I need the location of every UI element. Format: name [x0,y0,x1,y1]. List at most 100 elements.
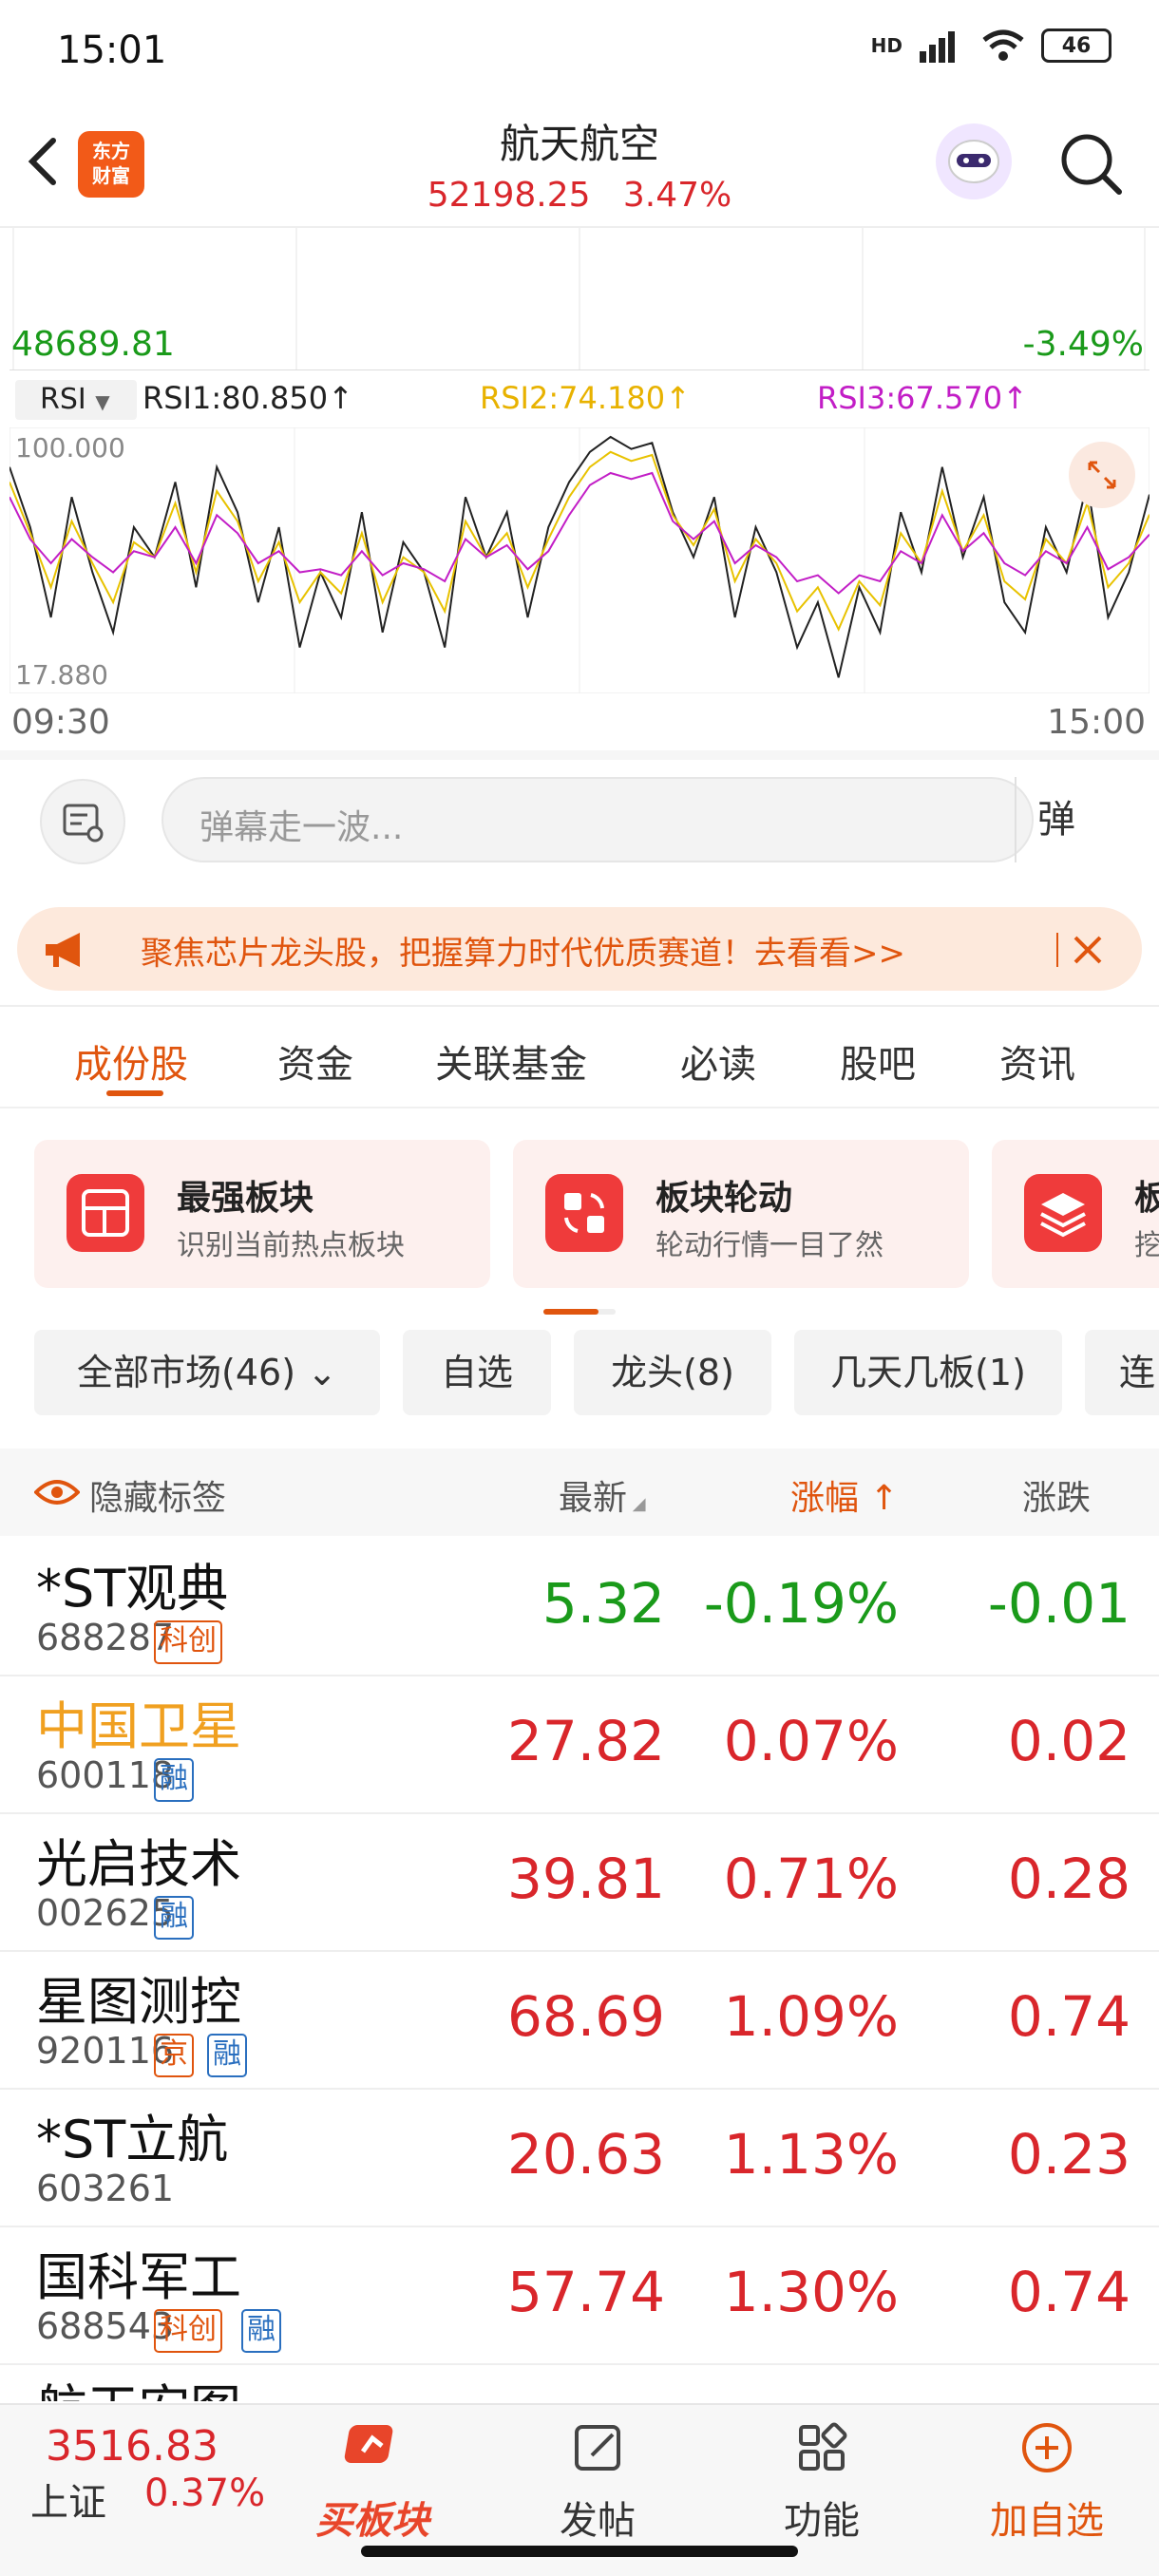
status-icons: HD 46 [871,28,1112,63]
table-row[interactable]: *ST立航 603261 20.63 1.13% 0.23 [0,2090,1159,2227]
stock-name-partial: 航天宏图 [36,2367,241,2401]
chevron-down-icon: ▼ [95,390,110,413]
hide-tags-toggle[interactable]: 隐藏标签 [89,1470,226,1520]
divider [0,750,1159,760]
stock-price: 27.82 [506,1709,665,1773]
stock-pct: 1.09% [723,1984,899,2049]
stock-name: 星图测控 [36,1972,241,2032]
stock-name: 光启技术 [36,1834,241,1894]
expand-chart-icon[interactable] [1069,442,1135,508]
card-partial[interactable]: 板 挖 [992,1140,1159,1288]
col-latest[interactable]: 最新 ◢ [559,1470,646,1520]
stock-name: *ST观典 [36,1559,229,1619]
cards-scroll-thumb [543,1309,598,1315]
stock-chg: 0.74 [1007,2260,1130,2324]
stock-name: *ST立航 [36,2110,229,2169]
stock-tag: 融 [154,1896,194,1940]
table-row[interactable]: 星图测控 920116 京融 68.69 1.09% 0.74 [0,1952,1159,2090]
stock-price: 5.32 [542,1571,665,1636]
rsi1-label: RSI1:80.850↑ [142,380,353,416]
megaphone-icon [46,933,80,967]
battery-icon: 46 [1041,28,1112,63]
stock-pct: 1.30% [723,2260,899,2324]
nav-buy-sector[interactable]: 买板块 [296,2417,448,2545]
upper-chart-min-pct: -3.49% [1022,325,1144,364]
divider [0,1005,1159,1007]
search-icon[interactable] [1056,129,1125,198]
stock-tag: 京 [154,2034,194,2077]
nav-post[interactable]: 发帖 [522,2417,674,2545]
filter-all-markets[interactable]: 全部市场(46) ⌄ [34,1330,380,1415]
add-circle-icon [1022,2423,1072,2472]
stock-pct: 0.07% [723,1709,899,1773]
stock-price: 20.63 [506,2122,665,2187]
rsi-y-max: 100.000 [15,432,125,464]
tab-must-read[interactable]: 必读 [680,1033,756,1089]
sector-change-pct: 3.47% [622,176,732,215]
filter-watchlist[interactable]: 自选 [403,1330,551,1415]
active-tab-indicator [106,1090,163,1096]
nav-functions[interactable]: 功能 [746,2417,898,2545]
stock-pct: 1.13% [723,2122,899,2187]
time-axis-end: 15:00 [1047,703,1146,742]
tab-constituents[interactable]: 成份股 [74,1033,188,1089]
network-label: HD [870,34,902,57]
table-row[interactable]: *ST观典 688287 科创 5.32 -0.19% -0.01 [0,1539,1159,1676]
stock-chg: -0.01 [987,1571,1130,1636]
upper-chart-min-value: 48689.81 [11,325,175,364]
stock-price: 68.69 [506,1984,665,2049]
stock-tag: 融 [241,2309,281,2353]
status-time: 15:01 [57,28,167,72]
indicator-selector[interactable]: RSI ▼ [15,380,137,420]
tab-forum[interactable]: 股吧 [840,1033,916,1089]
stock-price: 57.74 [506,2260,665,2324]
stock-pct: 0.71% [723,1847,899,1911]
stock-tag: 科创 [154,2309,222,2353]
banner-text: 聚焦芯片龙头股，把握算力时代优质赛道！去看看>> [141,935,905,973]
edit-icon [575,2425,620,2471]
tab-news[interactable]: 资讯 [999,1033,1075,1089]
filter-leaders[interactable]: 龙头(8) [574,1330,771,1415]
home-indicator [361,2546,798,2557]
index-value[interactable]: 3516.83 [46,2422,218,2471]
index-change-pct[interactable]: 0.37% [144,2472,265,2515]
upper-chart-grid [10,228,1150,370]
table-row[interactable]: 中国卫星 600118 融 27.82 0.07% 0.02 [0,1676,1159,1814]
filter-more[interactable]: 连 [1085,1330,1159,1415]
col-change-pct[interactable]: 涨幅 ↑ [790,1470,899,1520]
robot-assistant-icon[interactable] [936,123,1012,199]
table-row[interactable]: 光启技术 002625 融 39.81 0.71% 0.28 [0,1814,1159,1952]
stock-chg: 0.23 [1007,2122,1130,2187]
sector-board-icon [66,1174,144,1252]
rsi2-label: RSI2:74.180↑ [480,380,691,416]
grid-apps-icon [799,2422,847,2471]
eye-icon[interactable] [34,1477,80,1507]
sort-up-arrow-icon: ↑ [859,1479,899,1518]
divider [0,1107,1159,1108]
card-sector-rotation[interactable]: 板块轮动 轮动行情一目了然 [513,1140,969,1288]
rsi-chart[interactable] [10,427,1150,693]
nav-add-watchlist[interactable]: 加自选 [971,2417,1123,2545]
close-icon[interactable] [1064,926,1112,974]
stock-chg: 0.02 [1007,1709,1130,1773]
time-axis-start: 09:30 [11,703,110,742]
filter-consecutive-limit[interactable]: 几天几板(1) [794,1330,1062,1415]
index-name[interactable]: 上证 [30,2472,106,2527]
danmaku-settings-icon[interactable] [40,779,125,864]
tab-funds[interactable]: 资金 [277,1033,353,1089]
col-change[interactable]: 涨跌 [1022,1470,1091,1520]
signal-icon [920,31,955,63]
card-strongest-sector[interactable]: 最强板块 识别当前热点板块 [34,1140,490,1288]
table-row[interactable]: 国科军工 688543 科创融 57.74 1.30% 0.74 [0,2227,1159,2365]
stock-code: 603261 [36,2168,175,2209]
banner-divider [1056,933,1058,967]
rsi3-label: RSI3:67.570↑ [817,380,1028,416]
stock-chg: 0.28 [1007,1847,1130,1911]
danmaku-toggle-button[interactable]: 弹 [1015,777,1115,862]
tab-related-funds[interactable]: 关联基金 [435,1033,587,1089]
layers-icon [1024,1174,1102,1252]
sector-price: 52198.25 [427,176,591,215]
wifi-icon [982,29,1024,61]
stock-tag: 融 [154,1758,194,1802]
stock-name: 中国卫星 [36,1696,241,1756]
